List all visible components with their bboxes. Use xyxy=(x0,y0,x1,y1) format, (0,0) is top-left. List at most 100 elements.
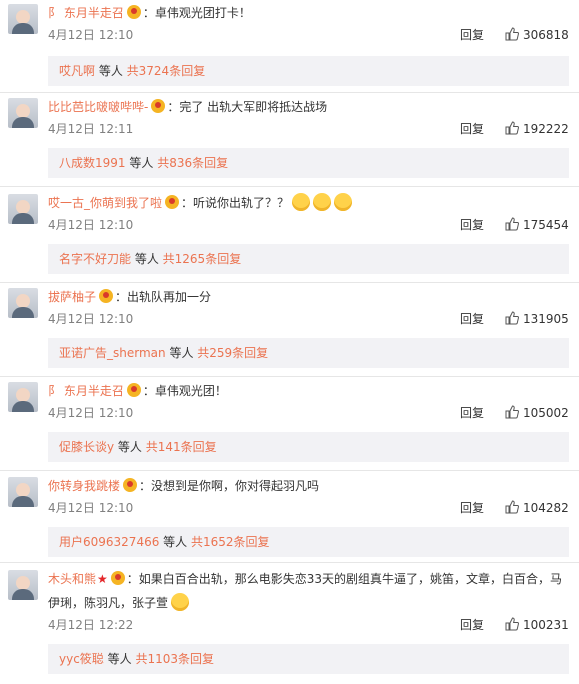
reply-etc-label: 等人 xyxy=(125,156,158,170)
comment-item: 阝 东月半走召 ：卓伟观光团！ 4月12日 12:10 回复 105002 促膝长… xyxy=(0,378,579,470)
comment-text: ：出轨队再加一分 xyxy=(115,290,212,304)
like-count: 306818 xyxy=(523,28,569,42)
avatar[interactable] xyxy=(8,194,38,224)
thumbs-up-icon xyxy=(505,617,519,631)
reply-summary[interactable]: 哎凡啊 等人 共3724条回复 xyxy=(48,56,569,86)
like-button[interactable]: 306818 xyxy=(505,26,569,44)
thumbs-up-icon xyxy=(505,311,519,325)
reply-button[interactable]: 回复 xyxy=(460,120,484,138)
divider xyxy=(0,92,579,93)
reply-username[interactable]: yyc筱聪 xyxy=(59,652,104,666)
reply-button[interactable]: 回复 xyxy=(460,216,484,234)
star-icon: ★ xyxy=(97,572,108,586)
avatar[interactable] xyxy=(8,382,38,412)
reply-total[interactable]: 共836条回复 xyxy=(157,156,228,170)
reply-username[interactable]: 用户6096327466 xyxy=(59,535,159,549)
reply-username[interactable]: 名字不好刀能 xyxy=(59,252,131,266)
reply-etc-label: 等人 xyxy=(114,440,146,454)
reply-total[interactable]: 共1265条回复 xyxy=(163,252,242,266)
like-button[interactable]: 105002 xyxy=(505,404,569,422)
comment-username[interactable]: 比比芭比啵啵哔哔- xyxy=(48,100,148,114)
comment-username[interactable]: 你转身我跳楼 xyxy=(48,479,120,493)
comment-time: 4月12日 12:22 xyxy=(48,618,134,632)
reply-summary[interactable]: 亚诺广告_sherman 等人 共259条回复 xyxy=(48,338,569,368)
avatar[interactable] xyxy=(8,288,38,318)
comment-item: 比比芭比啵啵哔哔- ：完了 出轨大军即将抵达战场 4月12日 12:11 回复 1… xyxy=(0,94,579,186)
like-count: 192222 xyxy=(523,122,569,136)
vip-badge-icon xyxy=(126,5,141,19)
thumbs-up-icon xyxy=(505,500,519,514)
reply-button[interactable]: 回复 xyxy=(460,310,484,328)
thumbs-up-icon xyxy=(505,121,519,135)
like-button[interactable]: 104282 xyxy=(505,499,569,517)
reply-button[interactable]: 回复 xyxy=(460,616,484,634)
vip-badge-icon xyxy=(151,99,166,113)
divider xyxy=(0,376,579,377)
comment-text: ：没想到是你啊，你对得起羽凡吗 xyxy=(139,479,320,493)
divider xyxy=(0,282,579,283)
like-button[interactable]: 131905 xyxy=(505,310,569,328)
avatar[interactable] xyxy=(8,98,38,128)
avatar[interactable] xyxy=(8,4,38,34)
reply-username[interactable]: 哎凡啊 xyxy=(59,64,95,78)
reply-etc-label: 等人 xyxy=(159,535,191,549)
comment-line: 你转身我跳楼 ：没想到是你啊，你对得起羽凡吗 xyxy=(48,476,568,496)
comment-time: 4月12日 12:10 xyxy=(48,28,134,42)
emoji-icon xyxy=(313,193,332,211)
comment-time: 4月12日 12:10 xyxy=(48,501,134,515)
reply-button[interactable]: 回复 xyxy=(460,26,484,44)
reply-summary[interactable]: yyc筱聪 等人 共1103条回复 xyxy=(48,644,569,674)
reply-username[interactable]: 亚诺广告_sherman xyxy=(59,346,166,360)
reply-total[interactable]: 共1652条回复 xyxy=(191,535,270,549)
vip-badge-icon xyxy=(99,289,114,303)
comment-username[interactable]: 拔萨柚子 xyxy=(48,290,96,304)
reply-total[interactable]: 共1103条回复 xyxy=(135,652,214,666)
comment-line-continued: 伊琍，陈羽凡，张子萱 xyxy=(48,593,568,613)
comment-text: ：如果白百合出轨，那么电影失恋33天的剧组真牛逼了，姚笛，文章，白百合，马 xyxy=(126,572,563,586)
reply-total[interactable]: 共141条回复 xyxy=(146,440,217,454)
comment-text-continued: 伊琍，陈羽凡，张子萱 xyxy=(48,596,169,610)
reply-button[interactable]: 回复 xyxy=(460,499,484,517)
comment-item: 木头和熊★ ：如果白百合出轨，那么电影失恋33天的剧组真牛逼了，姚笛，文章，白百合… xyxy=(0,566,579,684)
vip-badge-icon xyxy=(123,478,138,492)
comment-username[interactable]: 哎一古_你萌到我了啦 xyxy=(48,196,162,210)
like-button[interactable]: 100231 xyxy=(505,616,569,634)
avatar[interactable] xyxy=(8,570,38,600)
vip-badge-icon xyxy=(110,571,125,585)
reply-total[interactable]: 共3724条回复 xyxy=(127,64,206,78)
comment-text: ：听说你出轨了？？ xyxy=(181,196,290,210)
comment-username[interactable]: 阝 东月半走召 xyxy=(48,6,124,20)
comment-line: 比比芭比啵啵哔哔- ：完了 出轨大军即将抵达战场 xyxy=(48,97,568,117)
reply-username[interactable]: 八成数1991 xyxy=(59,156,126,170)
like-count: 131905 xyxy=(523,312,569,326)
reply-summary[interactable]: 八成数1991 等人 共836条回复 xyxy=(48,148,569,178)
reply-summary[interactable]: 用户6096327466 等人 共1652条回复 xyxy=(48,527,569,557)
comment-line: 哎一古_你萌到我了啦 ：听说你出轨了？？ xyxy=(48,193,568,213)
comment-item: 哎一古_你萌到我了啦 ：听说你出轨了？？ 4月12日 12:10 回复 17545… xyxy=(0,190,579,282)
comment-time: 4月12日 12:11 xyxy=(48,122,134,136)
reply-etc-label: 等人 xyxy=(95,64,127,78)
comment-line: 拔萨柚子 ：出轨队再加一分 xyxy=(48,287,568,307)
reply-summary[interactable]: 促膝长谈y 等人 共141条回复 xyxy=(48,432,569,462)
avatar[interactable] xyxy=(8,477,38,507)
divider xyxy=(0,470,579,471)
thumbs-up-icon xyxy=(505,405,519,419)
reply-button[interactable]: 回复 xyxy=(460,404,484,422)
like-count: 104282 xyxy=(523,501,569,515)
emoji-icon xyxy=(171,593,190,611)
comment-username[interactable]: 阝 东月半走召 xyxy=(48,384,124,398)
reply-summary[interactable]: 名字不好刀能 等人 共1265条回复 xyxy=(48,244,569,274)
reply-etc-label: 等人 xyxy=(165,346,198,360)
comment-feed: 阝 东月半走召 ：卓伟观光团打卡！ 4月12日 12:10 回复 306818 哎… xyxy=(0,0,579,684)
vip-badge-icon xyxy=(165,195,180,209)
thumbs-up-icon xyxy=(505,27,519,41)
like-button[interactable]: 175454 xyxy=(505,216,569,234)
comment-time: 4月12日 12:10 xyxy=(48,218,134,232)
comment-time: 4月12日 12:10 xyxy=(48,406,134,420)
like-button[interactable]: 192222 xyxy=(505,120,569,138)
reply-total[interactable]: 共259条回复 xyxy=(197,346,268,360)
comment-time: 4月12日 12:10 xyxy=(48,312,134,326)
reply-username[interactable]: 促膝长谈y xyxy=(59,440,114,454)
comment-item: 拔萨柚子 ：出轨队再加一分 4月12日 12:10 回复 131905 亚诺广告_… xyxy=(0,284,579,376)
comment-username[interactable]: 木头和熊 xyxy=(48,572,96,586)
